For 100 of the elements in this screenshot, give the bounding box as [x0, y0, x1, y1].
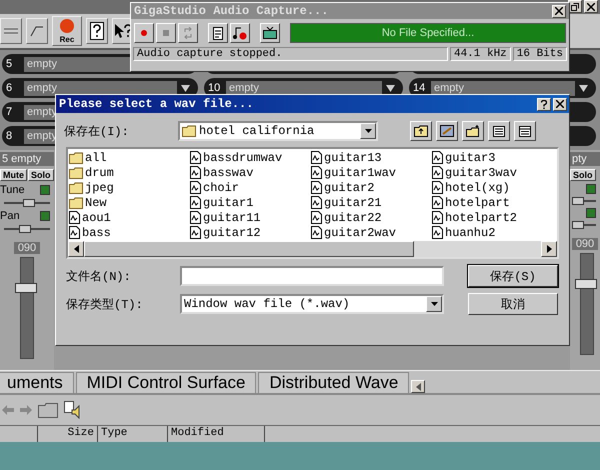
- file-item[interactable]: guitar13: [311, 150, 432, 165]
- file-item[interactable]: guitar3wav: [432, 165, 553, 180]
- file-item[interactable]: guitar21: [311, 195, 432, 210]
- record-button[interactable]: Rec: [52, 16, 82, 46]
- toolbar-button[interactable]: [0, 18, 22, 44]
- file-item[interactable]: guitar12: [190, 225, 311, 240]
- window-title: GigaStudio Audio Capture...: [134, 4, 328, 18]
- details-view-button[interactable]: [514, 121, 536, 141]
- record-icon: [141, 30, 147, 36]
- cancel-button[interactable]: 取消: [468, 293, 558, 315]
- close-button[interactable]: [552, 4, 566, 18]
- record-button[interactable]: [134, 23, 154, 43]
- close-icon: [555, 7, 563, 15]
- sound-file-icon: [311, 196, 322, 209]
- channel-number: 10: [208, 82, 222, 94]
- file-item[interactable]: guitar2wav: [311, 225, 432, 240]
- strip-toggle-button[interactable]: Solo: [28, 169, 54, 181]
- scroll-left-button[interactable]: [411, 380, 426, 393]
- file-item[interactable]: guitar2: [311, 180, 432, 195]
- sound-file-icon: [311, 211, 322, 224]
- channel-number: 6: [6, 82, 14, 94]
- fader-thumb[interactable]: [15, 283, 37, 293]
- left-arrow-icon: [416, 382, 421, 390]
- caret-icon[interactable]: [181, 84, 190, 92]
- file-item[interactable]: hotelpart2: [432, 210, 553, 225]
- file-item[interactable]: basswav: [190, 165, 311, 180]
- tune-label: Tune: [0, 184, 25, 196]
- scroll-right-button[interactable]: [541, 241, 557, 257]
- strip-toggle-button[interactable]: Mute: [0, 169, 27, 181]
- file-item[interactable]: choir: [190, 180, 311, 195]
- volume-readout: 090: [572, 238, 598, 250]
- caret-icon[interactable]: [386, 84, 395, 92]
- loop-button[interactable]: [178, 23, 198, 43]
- tab[interactable]: Distributed Wave: [258, 372, 410, 393]
- file-item[interactable]: New: [69, 195, 190, 210]
- record-icon: [59, 18, 75, 34]
- pan-slider-thumb[interactable]: [18, 225, 31, 233]
- file-item[interactable]: hotel(xg): [432, 180, 553, 195]
- scrollbar-thumb[interactable]: [84, 241, 414, 257]
- instrument-name: empty: [431, 80, 575, 96]
- volume-readout: 090: [14, 242, 40, 254]
- up-folder-icon: [414, 125, 428, 137]
- file-item[interactable]: huanhu2: [432, 225, 553, 240]
- sound-file-icon: [69, 211, 80, 224]
- file-item[interactable]: jpeg: [69, 180, 190, 195]
- speaker-document-icon[interactable]: [64, 401, 82, 419]
- save-button[interactable]: 保存(S): [468, 265, 558, 287]
- list-view-icon: [493, 126, 505, 136]
- sound-file-icon: [190, 211, 201, 224]
- tune-slider-thumb[interactable]: [23, 199, 36, 207]
- tune-slider-thumb[interactable]: [572, 197, 584, 205]
- sound-file-icon: [311, 226, 322, 239]
- file-item[interactable]: all: [69, 150, 190, 165]
- instrument-name: empty: [24, 80, 177, 96]
- file-item[interactable]: guitar1wav: [311, 165, 432, 180]
- up-folder-button[interactable]: [410, 121, 432, 141]
- tab[interactable]: MIDI Control Surface: [76, 372, 256, 393]
- file-item[interactable]: guitar22: [311, 210, 432, 225]
- pan-slider-thumb[interactable]: [572, 221, 584, 229]
- file-type-dropdown[interactable]: Window wav file (*.wav): [180, 294, 444, 314]
- sound-file-icon: [432, 196, 443, 209]
- filename-field[interactable]: [180, 266, 444, 286]
- file-item[interactable]: aou1: [69, 210, 190, 225]
- file-item[interactable]: guitar11: [190, 210, 311, 225]
- file-item[interactable]: guitar1: [190, 195, 311, 210]
- channel-number: 14: [413, 82, 426, 94]
- new-folder-button[interactable]: [462, 121, 484, 141]
- strip-name: pty: [570, 152, 600, 166]
- list-view-button[interactable]: [488, 121, 510, 141]
- restore-icon: [571, 2, 579, 10]
- close-button[interactable]: [584, 0, 598, 13]
- pan-label: Pan: [0, 210, 20, 222]
- status-led: [40, 185, 50, 195]
- help-button[interactable]: [86, 18, 108, 44]
- close-button[interactable]: [553, 98, 567, 110]
- stop-button[interactable]: [156, 23, 176, 43]
- file-item[interactable]: bass: [69, 225, 190, 240]
- file-display: No File Specified...: [290, 23, 566, 43]
- status-led: [40, 211, 50, 221]
- instrument-name: empty: [226, 80, 382, 96]
- sound-file-icon: [190, 226, 201, 239]
- new-folder-icon: [466, 125, 480, 137]
- scroll-left-button[interactable]: [68, 241, 84, 257]
- folder-icon[interactable]: [38, 402, 58, 418]
- toolbar-button[interactable]: [26, 18, 48, 44]
- grid-icon: [4, 26, 18, 36]
- tab[interactable]: uments: [0, 372, 74, 393]
- folder-dropdown[interactable]: hotel california: [178, 121, 378, 141]
- file-item[interactable]: bassdrumwav: [190, 150, 311, 165]
- strip-toggle-button[interactable]: Solo: [570, 169, 596, 181]
- file-item[interactable]: drum: [69, 165, 190, 180]
- desktop-button[interactable]: [436, 121, 458, 141]
- note-record-icon: [233, 26, 247, 40]
- sound-file-icon: [311, 181, 322, 194]
- file-item[interactable]: guitar3: [432, 150, 553, 165]
- file-item[interactable]: hotelpart: [432, 195, 553, 210]
- caret-icon[interactable]: [579, 84, 588, 92]
- document-icon: [213, 26, 223, 40]
- sound-file-icon: [69, 226, 80, 239]
- fader-thumb[interactable]: [575, 279, 597, 289]
